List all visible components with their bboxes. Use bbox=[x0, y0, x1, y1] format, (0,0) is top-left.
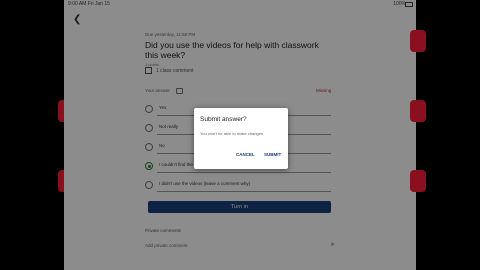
right-edge-marker bbox=[410, 30, 426, 52]
dialog-message: You won't be able to make changes bbox=[200, 131, 263, 136]
dialog-title: Submit answer? bbox=[200, 116, 247, 123]
submit-button[interactable]: SUBMIT bbox=[264, 152, 281, 157]
tablet-screen: 9:00 AM Fri Jan 15 100% ❮ Due yesterday,… bbox=[64, 0, 416, 270]
cancel-button[interactable]: CANCEL bbox=[236, 152, 255, 157]
right-edge-marker bbox=[410, 100, 426, 122]
right-edge-marker bbox=[410, 170, 426, 192]
submit-dialog: Submit answer? You won't be able to make… bbox=[194, 108, 288, 169]
